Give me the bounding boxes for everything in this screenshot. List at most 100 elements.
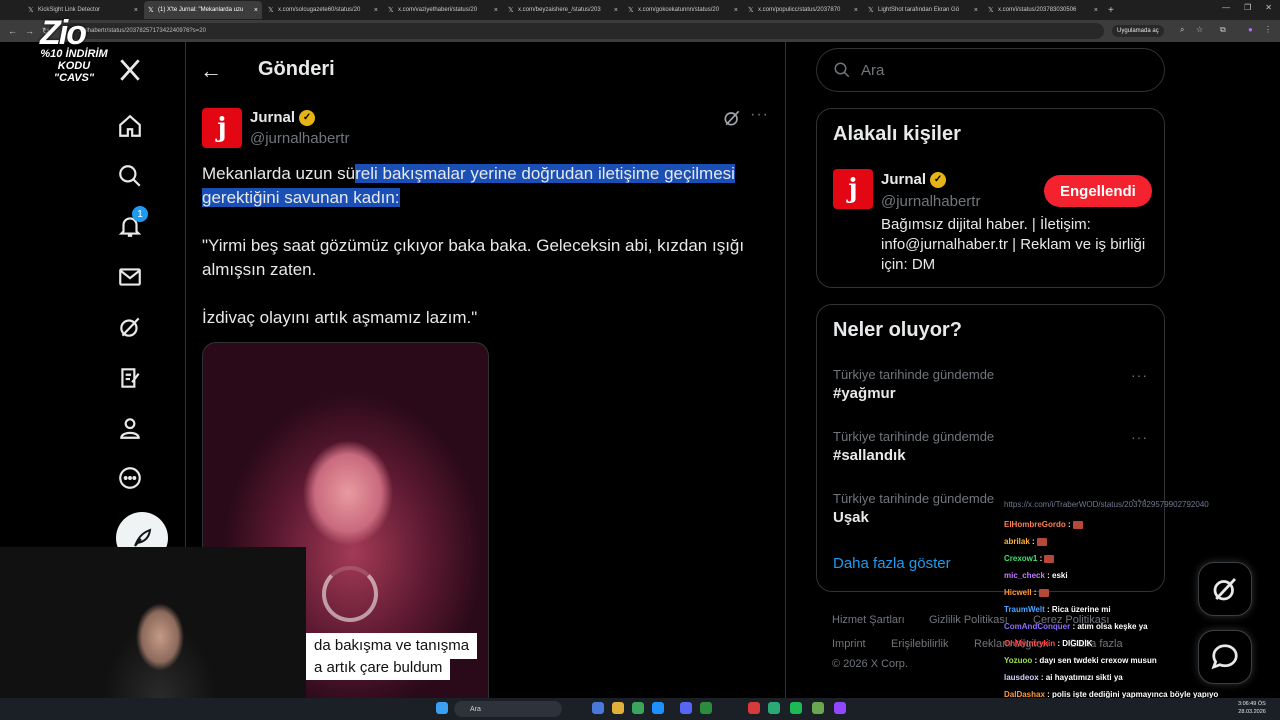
author-name[interactable]: Jurnal — [250, 109, 295, 126]
footer-accessibility-link[interactable]: Erişilebilirlik — [891, 638, 948, 650]
browser-tab[interactable]: 𝕏 (1) X'te Jurnal: "Mekanlarda uzu × — [144, 1, 262, 19]
browser-tab[interactable]: 𝕏x.com/beyzaishere_/status/203 × — [504, 1, 622, 19]
taskbar-app-icon[interactable] — [652, 702, 664, 714]
taskbar-app-icon[interactable] — [700, 702, 712, 714]
home-icon[interactable] — [116, 112, 144, 140]
related-name[interactable]: Jurnal — [881, 171, 926, 188]
chat-username[interactable]: Hicwell — [1004, 588, 1032, 597]
explore-search-icon[interactable] — [116, 162, 144, 190]
chat-username[interactable]: TraumWelt — [1004, 605, 1045, 614]
taskbar-app-icon[interactable] — [632, 702, 644, 714]
messages-mail-icon[interactable] — [116, 263, 144, 291]
trend-item[interactable]: #sallandık — [833, 447, 906, 464]
zoom-icon[interactable]: ⌕ — [1180, 25, 1184, 35]
author-handle[interactable]: @jurnalhabertr — [250, 130, 349, 147]
minimize-icon[interactable]: — — [1222, 3, 1230, 12]
chat-message: ComAndConquer : atım olsa keşke ya — [1004, 618, 1280, 635]
chat-username[interactable]: ComAndConquer — [1004, 622, 1070, 631]
footer-imprint-link[interactable]: Imprint — [832, 638, 866, 650]
chat-username[interactable]: mic_check — [1004, 571, 1045, 580]
chat-username[interactable]: Crexow1 — [1004, 554, 1037, 563]
promo-text: %10 İNDİRİM KODU "CAVS" — [24, 48, 124, 84]
tweet-more-icon[interactable]: ··· — [750, 106, 769, 124]
trend-item[interactable]: Uşak — [833, 509, 869, 526]
chat-username[interactable]: lausdeox — [1004, 673, 1039, 682]
clock-date: 28.03.2026 — [1238, 709, 1266, 715]
tweet-para-1: Mekanlarda uzun süreli bakışmalar yerine… — [202, 162, 772, 210]
browser-tab[interactable]: 𝕏x.com/populicc/status/2037870 × — [744, 1, 862, 19]
related-avatar[interactable]: j — [833, 169, 873, 209]
tab-close-icon[interactable]: × — [254, 7, 258, 14]
taskbar-app-icon[interactable] — [812, 702, 824, 714]
tab-close-icon[interactable]: × — [494, 7, 498, 14]
related-title: Alakalı kişiler — [833, 123, 961, 145]
verified-badge-icon: ✓ — [930, 171, 947, 188]
taskbar-app-icon[interactable] — [680, 702, 692, 714]
tab-close-icon[interactable]: × — [614, 7, 618, 14]
close-window-icon[interactable]: ✕ — [1265, 3, 1272, 12]
taskbar-app-icon[interactable] — [748, 702, 760, 714]
browser-tab[interactable]: 𝕏x.com/solcugazete60/status/20 × — [264, 1, 382, 19]
profile-person-icon[interactable] — [116, 414, 144, 442]
chat-separator: : — [1037, 554, 1045, 563]
author-avatar[interactable]: j — [202, 108, 242, 148]
taskbar-app-icon[interactable] — [612, 702, 624, 714]
new-tab-button[interactable]: + — [1108, 5, 1114, 16]
chat-username[interactable]: OhMyIntrykin — [1004, 639, 1055, 648]
tab-close-icon[interactable]: × — [734, 7, 738, 14]
tab-close-icon[interactable]: × — [1094, 7, 1098, 14]
tab-close-icon[interactable]: × — [374, 7, 378, 14]
back-arrow-icon[interactable]: ← — [200, 58, 222, 84]
grok-explain-icon[interactable] — [722, 108, 742, 133]
browser-menu-icon[interactable]: ⋮ — [1264, 25, 1272, 34]
search-input[interactable]: Ara — [816, 48, 1165, 92]
taskbar-search[interactable]: Ara — [454, 701, 562, 717]
bookmark-star-icon[interactable]: ☆ — [1196, 25, 1203, 34]
blocked-button[interactable]: Engellendi — [1044, 175, 1152, 207]
browser-tab[interactable]: 𝕏x.com/gokcekatunnn/status/20 × — [624, 1, 742, 19]
maximize-icon[interactable]: ❐ — [1244, 3, 1251, 12]
more-options-icon[interactable] — [116, 464, 144, 492]
chat-text: Rica üzerine mi — [1051, 605, 1111, 614]
browser-tab[interactable]: 𝕏x.com/vaziyethaberi/status/20 × — [384, 1, 502, 19]
notifications-bell-icon[interactable]: 1 — [116, 206, 148, 240]
tab-close-icon[interactable]: × — [134, 7, 138, 14]
chat-separator: : — [1029, 537, 1037, 546]
x-logo-icon[interactable] — [116, 56, 144, 84]
grok-icon[interactable] — [116, 313, 144, 341]
back-nav-icon[interactable]: ← — [8, 26, 17, 36]
show-more-link[interactable]: Daha fazla göster — [833, 555, 951, 572]
open-in-app-button[interactable]: Uygulamada aç — [1112, 25, 1164, 37]
chat-username[interactable]: ElHombreGordo — [1004, 520, 1066, 529]
start-menu-icon[interactable] — [436, 702, 448, 714]
tab-favicon-icon: 𝕏 — [388, 6, 394, 14]
chat-message: abrilak : — [1004, 533, 1280, 550]
forward-nav-icon[interactable]: → — [25, 26, 34, 36]
taskbar-app-icon[interactable] — [790, 702, 802, 714]
notification-badge: 1 — [132, 206, 148, 222]
video-loading-spinner — [322, 566, 378, 622]
footer-terms-link[interactable]: Hizmet Şartları — [832, 614, 905, 626]
lists-icon[interactable] — [116, 364, 144, 392]
related-name-row[interactable]: Jurnal ✓ — [881, 171, 947, 188]
browser-tab[interactable]: 𝕏 LightShot tarafından Ekran Gö × — [864, 1, 982, 19]
tab-label: x.com/solcugazete60/status/20 — [278, 7, 361, 13]
trend-item[interactable]: #yağmur — [833, 385, 896, 402]
url-field[interactable]: ...alhabertr/status/2037825717342240976?… — [64, 23, 1104, 39]
chat-username[interactable]: abrilak — [1004, 537, 1030, 546]
related-handle[interactable]: @jurnalhabertr — [881, 193, 980, 210]
trend-more-icon[interactable]: ··· — [1131, 429, 1148, 445]
tab-close-icon[interactable]: × — [854, 7, 858, 14]
profile-icon[interactable]: ● — [1248, 25, 1253, 34]
footer-privacy-link[interactable]: Gizlilik Politikası — [929, 614, 1008, 626]
taskbar-app-icon[interactable] — [768, 702, 780, 714]
browser-tab[interactable]: 𝕏x.com/i/status/203783030506 × — [984, 1, 1102, 19]
tab-favicon-icon: 𝕏 — [268, 6, 274, 14]
taskbar-app-icon[interactable] — [834, 702, 846, 714]
taskbar-app-icon[interactable] — [592, 702, 604, 714]
trend-more-icon[interactable]: ··· — [1131, 367, 1148, 383]
chat-username[interactable]: Yozuoo — [1004, 656, 1032, 665]
author-name-row[interactable]: Jurnal ✓ — [250, 109, 316, 126]
extensions-icon[interactable]: ⧉ — [1220, 25, 1226, 35]
tab-close-icon[interactable]: × — [974, 7, 978, 14]
